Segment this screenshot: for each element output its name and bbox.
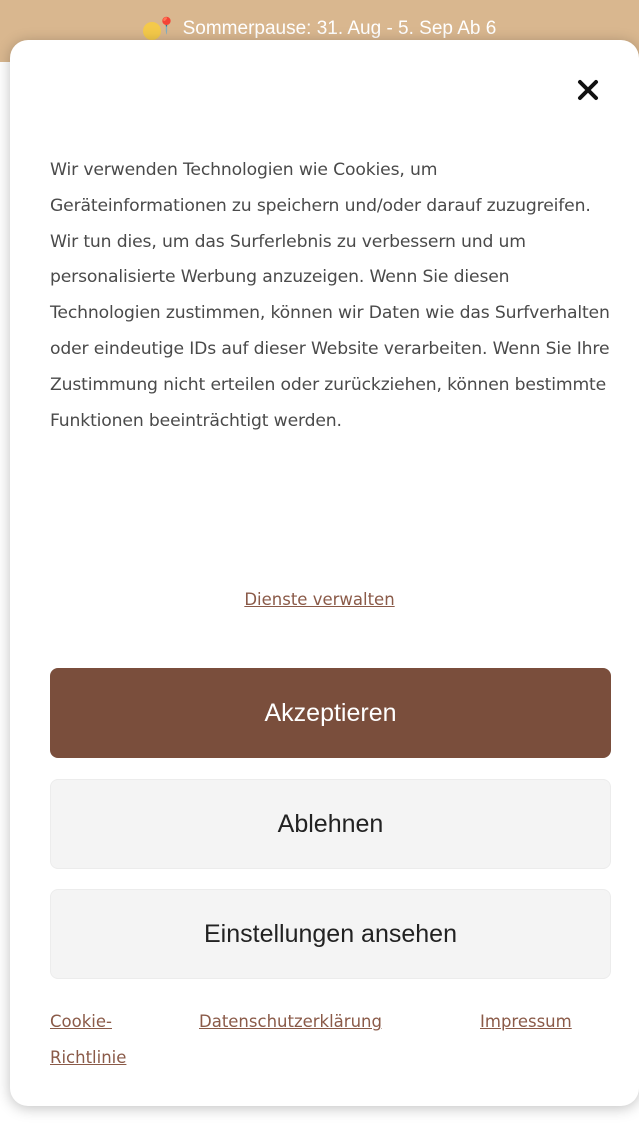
privacy-policy-link[interactable]: Datenschutzerklärung [199, 1004, 382, 1040]
page: 📍 Sommerpause: 31. Aug - 5. Sep Ab 6 Wir… [0, 0, 639, 1137]
close-icon [578, 80, 598, 100]
manage-services-link[interactable]: Dienste verwalten [0, 590, 639, 609]
cookie-policy-link[interactable]: Cookie-Richtlinie [50, 1004, 170, 1076]
decline-button[interactable]: Ablehnen [50, 779, 611, 869]
pin-icon: 📍 [156, 16, 177, 35]
imprint-link[interactable]: Impressum [480, 1004, 572, 1040]
view-settings-button[interactable]: Einstellungen ansehen [50, 889, 611, 979]
consent-description: Wir verwenden Technologien wie Cookies, … [50, 160, 610, 431]
close-button[interactable] [568, 70, 608, 110]
accept-button[interactable]: Akzeptieren [50, 668, 611, 758]
announcement-text: Sommerpause: 31. Aug - 5. Sep Ab 6 [182, 18, 497, 39]
announcement-content: 📍 Sommerpause: 31. Aug - 5. Sep Ab 6 [142, 16, 497, 40]
